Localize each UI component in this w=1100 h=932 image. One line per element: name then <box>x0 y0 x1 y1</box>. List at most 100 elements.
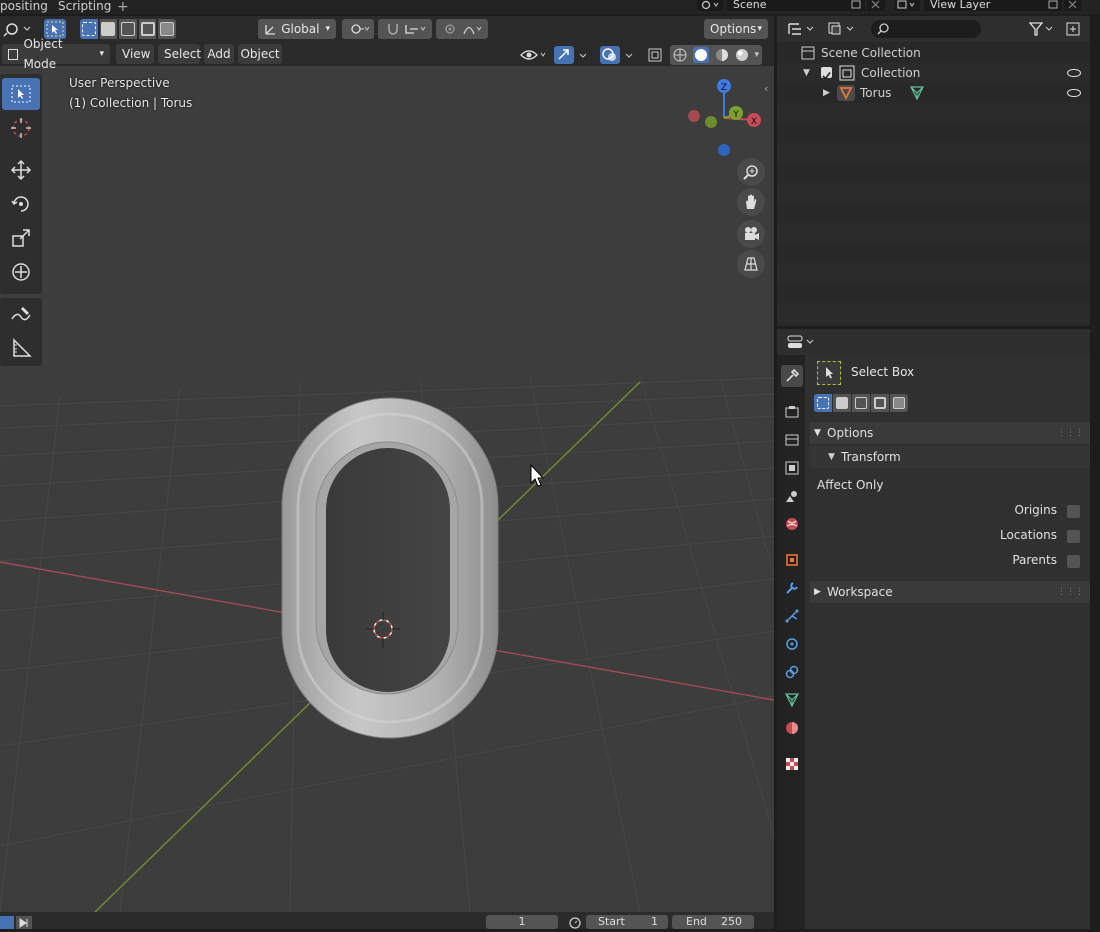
overlays-toggle[interactable] <box>600 46 620 64</box>
proportional-edit-toggle[interactable] <box>436 19 488 39</box>
collection-checkbox[interactable] <box>821 67 832 80</box>
pivot-point-dropdown[interactable] <box>342 19 374 39</box>
view-layer-name-field[interactable]: View Layer <box>924 0 1048 11</box>
tab-output[interactable] <box>781 429 803 451</box>
mode-subtract-button[interactable] <box>119 19 137 39</box>
navigation-gizmo[interactable]: Z Y X <box>686 76 766 160</box>
tool-measure[interactable] <box>2 332 40 364</box>
tab-texture[interactable] <box>781 753 803 775</box>
tab-modifiers[interactable] <box>781 577 803 599</box>
tab-scene[interactable] <box>781 485 803 507</box>
tool-annotate[interactable] <box>2 298 40 330</box>
view-menu[interactable]: View <box>116 44 154 64</box>
tool-select-box[interactable] <box>2 78 40 110</box>
view-perspective-label: User Perspective <box>69 76 170 90</box>
chevron-down-icon[interactable]: ▾ <box>755 50 760 60</box>
origins-checkbox[interactable] <box>1067 505 1080 518</box>
start-frame-field[interactable]: Start 1 <box>586 915 668 929</box>
locations-checkbox[interactable] <box>1067 530 1080 543</box>
transform-orientation-dropdown[interactable]: Global ▾ <box>258 19 336 39</box>
view-layer-selector-button[interactable] <box>894 0 920 11</box>
mode-extend-button[interactable] <box>99 19 118 39</box>
tab-particles[interactable] <box>781 605 803 627</box>
eye-icon[interactable] <box>1067 89 1081 97</box>
new-scene-button[interactable] <box>847 0 865 11</box>
drag-handle-icon[interactable]: ⋮⋮⋮ <box>1057 422 1084 444</box>
options-panel-header[interactable]: ▼ Options ⋮⋮⋮ <box>810 422 1090 444</box>
gizmo-dropdown[interactable] <box>576 46 590 64</box>
snap-toggle[interactable] <box>378 19 432 39</box>
add-menu[interactable]: Add <box>204 44 234 64</box>
mode-invert-button[interactable] <box>138 19 157 39</box>
object-menu[interactable]: Object <box>238 44 282 64</box>
outliner-row-scene-collection[interactable]: Scene Collection <box>777 43 1090 63</box>
expand-down-icon[interactable]: ▼ <box>803 63 810 83</box>
material-shading-icon[interactable] <box>715 48 729 62</box>
tool-rotate[interactable] <box>2 188 40 220</box>
display-mode-dropdown[interactable] <box>825 20 863 38</box>
tab-object[interactable] <box>781 549 803 571</box>
tool-mode-set-button[interactable] <box>814 394 832 412</box>
scene-selector-button[interactable] <box>697 0 723 11</box>
solid-shading-icon[interactable] <box>692 47 709 63</box>
transform-subpanel-header[interactable]: ▼ Transform <box>810 446 1090 468</box>
object-mode-dropdown[interactable]: Object Mode ▾ <box>2 37 110 71</box>
gizmo-toggle[interactable] <box>554 46 574 64</box>
zoom-button[interactable] <box>737 158 765 186</box>
xray-toggle[interactable] <box>646 46 664 64</box>
pan-button[interactable] <box>737 188 765 216</box>
outliner-filter-dropdown[interactable] <box>1027 20 1057 38</box>
3d-viewport[interactable]: Global ▾ Options ▾ Object Mode ▾ View Se… <box>0 16 774 912</box>
new-view-layer-button[interactable] <box>1044 0 1062 11</box>
tool-mode-intersect-button[interactable] <box>890 394 908 412</box>
properties-editor-type-button[interactable] <box>785 333 823 351</box>
outliner-search-input[interactable] <box>871 20 981 38</box>
wireframe-shading-icon[interactable] <box>673 48 687 62</box>
tab-constraints[interactable] <box>781 661 803 683</box>
tab-material[interactable] <box>781 717 803 739</box>
ortho-toggle-button[interactable] <box>737 250 765 278</box>
tool-scale[interactable] <box>2 222 40 254</box>
tool-transform[interactable] <box>2 256 40 288</box>
select-menu[interactable]: Select <box>158 44 201 64</box>
rendered-shading-icon[interactable] <box>735 48 749 62</box>
tool-mode-invert-button[interactable] <box>871 394 889 412</box>
jump-end-button[interactable] <box>16 916 32 929</box>
scene-name-field[interactable]: Scene <box>727 0 851 11</box>
new-collection-button[interactable] <box>1063 20 1085 38</box>
expand-right-icon[interactable]: ▶ <box>823 83 830 103</box>
outliner-row-torus[interactable]: ▶ Torus <box>777 83 1090 103</box>
mesh-data-icon[interactable] <box>909 85 925 101</box>
delete-scene-button[interactable] <box>867 0 885 11</box>
mode-intersect-button[interactable] <box>158 19 176 39</box>
outliner-editor-type-button[interactable] <box>785 20 823 38</box>
tab-tool[interactable] <box>781 365 803 387</box>
add-workspace-button[interactable]: + <box>117 0 129 15</box>
tab-data[interactable] <box>781 689 803 711</box>
overlays-dropdown[interactable] <box>622 46 636 64</box>
eye-icon[interactable] <box>1067 69 1081 77</box>
end-frame-field[interactable]: End 250 <box>672 915 754 929</box>
auto-keying-toggle[interactable] <box>566 915 584 929</box>
tab-render[interactable] <box>781 401 803 423</box>
camera-view-button[interactable] <box>737 220 765 248</box>
tool-cursor[interactable] <box>2 112 40 144</box>
visibility-dropdown[interactable] <box>518 46 550 64</box>
outliner-row-collection[interactable]: ▼ Collection <box>777 63 1090 83</box>
sidebar-toggle-chevron-icon[interactable]: ‹ <box>764 82 774 96</box>
tab-world[interactable] <box>781 513 803 535</box>
options-dropdown[interactable]: Options ▾ <box>704 19 768 39</box>
current-frame-field[interactable]: 1 <box>486 915 558 929</box>
tab-compositing[interactable]: positing <box>0 0 48 14</box>
workspace-panel-header[interactable]: ▶ Workspace ⋮⋮⋮ <box>810 581 1090 603</box>
jump-start-button[interactable] <box>0 916 14 929</box>
tab-view-layer[interactable] <box>781 457 803 479</box>
drag-handle-icon[interactable]: ⋮⋮⋮ <box>1057 581 1084 603</box>
tab-scripting[interactable]: Scripting <box>58 0 111 14</box>
tool-mode-extend-button[interactable] <box>833 394 851 412</box>
delete-view-layer-button[interactable] <box>1064 0 1082 11</box>
tab-physics[interactable] <box>781 633 803 655</box>
tool-move[interactable] <box>2 154 40 186</box>
tool-mode-subtract-button[interactable] <box>852 394 870 412</box>
parents-checkbox[interactable] <box>1067 555 1080 568</box>
